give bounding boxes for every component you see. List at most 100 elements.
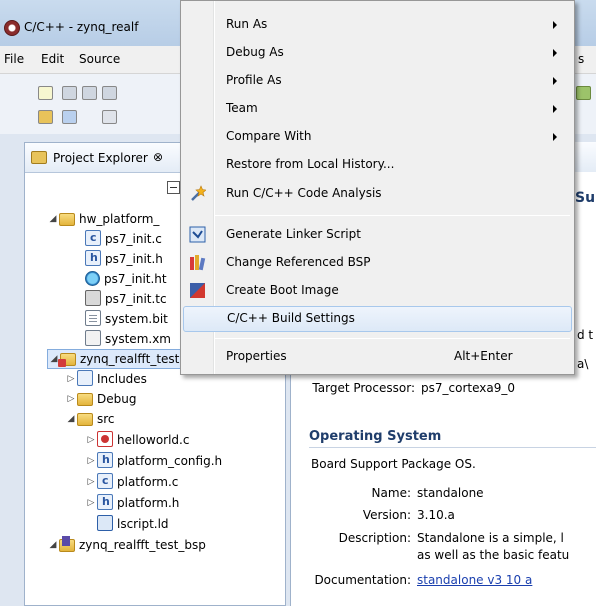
header-file-icon xyxy=(97,492,113,512)
close-tab-icon[interactable]: ⊗ xyxy=(153,150,163,164)
tree-item-debug[interactable]: ▷ Debug xyxy=(65,389,136,409)
menu-edit[interactable]: Edit xyxy=(41,52,64,66)
text-file-icon xyxy=(85,310,101,326)
collapsed-twisty-icon[interactable]: ▷ xyxy=(65,389,77,409)
menu-item-run-code-analysis[interactable]: Run C/C++ Code Analysis xyxy=(183,181,572,207)
overview-cut-text-2: a\ xyxy=(577,357,589,371)
c-file-icon xyxy=(97,471,113,491)
collapsed-twisty-icon[interactable]: ▷ xyxy=(85,451,97,471)
tree-item-label: platform.h xyxy=(117,496,180,510)
project-explorer-tab-label: Project Explorer xyxy=(53,151,148,165)
tool-icon[interactable] xyxy=(62,110,77,124)
os-section-heading: Operating System xyxy=(309,429,442,444)
menu-item-restore-local-history[interactable]: Restore from Local History... xyxy=(183,152,572,178)
save-icon[interactable] xyxy=(62,86,77,100)
menu-item-label: Properties xyxy=(226,349,287,363)
tree-item-platform-config-h[interactable]: ▷ platform_config.h xyxy=(85,450,223,471)
tree-item-system-xml[interactable]: system.xm xyxy=(85,329,171,349)
tree-item-src[interactable]: ◢ src xyxy=(65,409,115,429)
os-name-value: standalone xyxy=(417,486,484,500)
tree-item-label: Includes xyxy=(97,372,147,386)
folder-icon xyxy=(59,213,75,226)
tree-item-label: system.xm xyxy=(105,332,171,346)
tcl-file-icon xyxy=(85,290,101,306)
tree-item-label: ps7_init.c xyxy=(105,232,162,246)
header-file-icon xyxy=(85,248,101,268)
tree-item-lscript-ld[interactable]: lscript.ld xyxy=(97,514,169,534)
tree-item-label: hw_platform_ xyxy=(79,212,160,226)
target-processor-label: Target Processor: xyxy=(312,381,415,395)
linker-script-icon xyxy=(189,226,206,243)
menu-item-label: C/C++ Build Settings xyxy=(227,311,355,325)
app-icon xyxy=(4,20,20,36)
menu-item-build-settings[interactable]: C/C++ Build Settings xyxy=(183,306,572,332)
menu-item-label: Profile As xyxy=(226,73,282,87)
tree-item-zynq-realfft-test[interactable]: ◢ zynq_realfft_test xyxy=(47,349,185,369)
tree-item-label: ps7_init.h xyxy=(105,252,163,266)
os-description-line-1: Standalone is a simple, l xyxy=(417,531,564,545)
bsp-project-icon xyxy=(59,536,75,552)
tree-item-ps7-init-html[interactable]: ps7_init.ht xyxy=(85,269,167,289)
menu-item-label: Run C/C++ Code Analysis xyxy=(226,186,382,200)
tree-item-hw-platform[interactable]: ◢ hw_platform_ xyxy=(47,209,159,229)
menu-item-run-as[interactable]: Run As xyxy=(183,12,572,38)
tree-item-includes[interactable]: ▷ Includes xyxy=(65,369,147,389)
menu-item-create-boot-image[interactable]: Create Boot Image xyxy=(183,278,572,304)
collapsed-twisty-icon[interactable]: ▷ xyxy=(85,472,97,492)
tree-item-ps7-init-tcl[interactable]: ps7_init.tc xyxy=(85,289,167,309)
tree-item-ps7-init-h[interactable]: ps7_init.h xyxy=(85,248,163,269)
collapsed-twisty-icon[interactable]: ▷ xyxy=(85,493,97,513)
folder-icon xyxy=(77,413,93,426)
overview-heading: Su xyxy=(575,190,596,206)
html-file-icon xyxy=(85,271,100,286)
collapse-all-icon[interactable] xyxy=(167,181,180,194)
menu-item-properties[interactable]: Properties Alt+Enter xyxy=(183,344,572,370)
menu-partial[interactable]: s xyxy=(578,52,584,66)
tree-item-zynq-realfft-test-bsp[interactable]: ◢ zynq_realfft_test_bsp xyxy=(47,535,206,555)
menu-separator xyxy=(215,338,570,339)
expand-twisty-icon[interactable]: ◢ xyxy=(47,209,59,229)
tree-item-helloworld-c[interactable]: ▷ helloworld.c xyxy=(85,430,189,450)
menu-item-label: Change Referenced BSP xyxy=(226,255,371,269)
tree-item-system-bit[interactable]: system.bit xyxy=(85,309,168,329)
tree-item-label: src xyxy=(97,412,115,426)
print-icon[interactable] xyxy=(102,86,117,100)
project-explorer-icon xyxy=(31,151,47,164)
menu-source[interactable]: Source xyxy=(79,52,120,66)
tree-item-ps7-init-c[interactable]: ps7_init.c xyxy=(85,228,162,249)
expand-twisty-icon[interactable]: ◢ xyxy=(47,535,59,555)
tree-item-label: ps7_init.tc xyxy=(105,292,167,306)
menu-item-debug-as[interactable]: Debug As xyxy=(183,40,572,66)
documentation-link[interactable]: standalone v3 10 a xyxy=(417,573,532,587)
open-folder-icon[interactable] xyxy=(38,110,53,124)
bsp-os-label: Board Support Package OS. xyxy=(311,457,476,471)
view-icon[interactable] xyxy=(102,110,117,124)
tree-item-label: zynq_realfft_test_bsp xyxy=(79,538,206,552)
new-icon[interactable] xyxy=(38,86,53,100)
tree-item-label: platform.c xyxy=(117,475,179,489)
expand-twisty-icon[interactable]: ◢ xyxy=(65,409,77,429)
menu-item-accelerator: Alt+Enter xyxy=(454,349,513,363)
menu-item-generate-linker-script[interactable]: Generate Linker Script xyxy=(183,222,572,248)
run-icon[interactable] xyxy=(576,86,591,100)
collapsed-twisty-icon[interactable]: ▷ xyxy=(85,430,97,450)
collapsed-twisty-icon[interactable]: ▷ xyxy=(65,369,77,389)
os-documentation-label: Documentation: xyxy=(314,573,411,587)
menu-item-change-referenced-bsp[interactable]: Change Referenced BSP xyxy=(183,250,572,276)
tree-item-platform-c[interactable]: ▷ platform.c xyxy=(85,471,179,492)
header-file-icon xyxy=(97,450,113,470)
os-name-label: Name: xyxy=(371,486,411,500)
menu-item-profile-as[interactable]: Profile As xyxy=(183,68,572,94)
menu-file[interactable]: File xyxy=(4,52,24,66)
c-file-icon xyxy=(85,228,101,248)
menu-separator xyxy=(215,215,570,216)
tree-item-platform-h[interactable]: ▷ platform.h xyxy=(85,492,180,513)
menu-item-label: Create Boot Image xyxy=(226,283,339,297)
os-version-label: Version: xyxy=(362,508,411,522)
menu-item-team[interactable]: Team xyxy=(183,96,572,122)
submenu-arrow-icon xyxy=(553,21,557,29)
save-all-icon[interactable] xyxy=(82,86,97,100)
menu-item-compare-with[interactable]: Compare With xyxy=(183,124,572,150)
wand-icon xyxy=(191,185,206,201)
os-description-line-2: as well as the basic featu xyxy=(417,548,570,562)
